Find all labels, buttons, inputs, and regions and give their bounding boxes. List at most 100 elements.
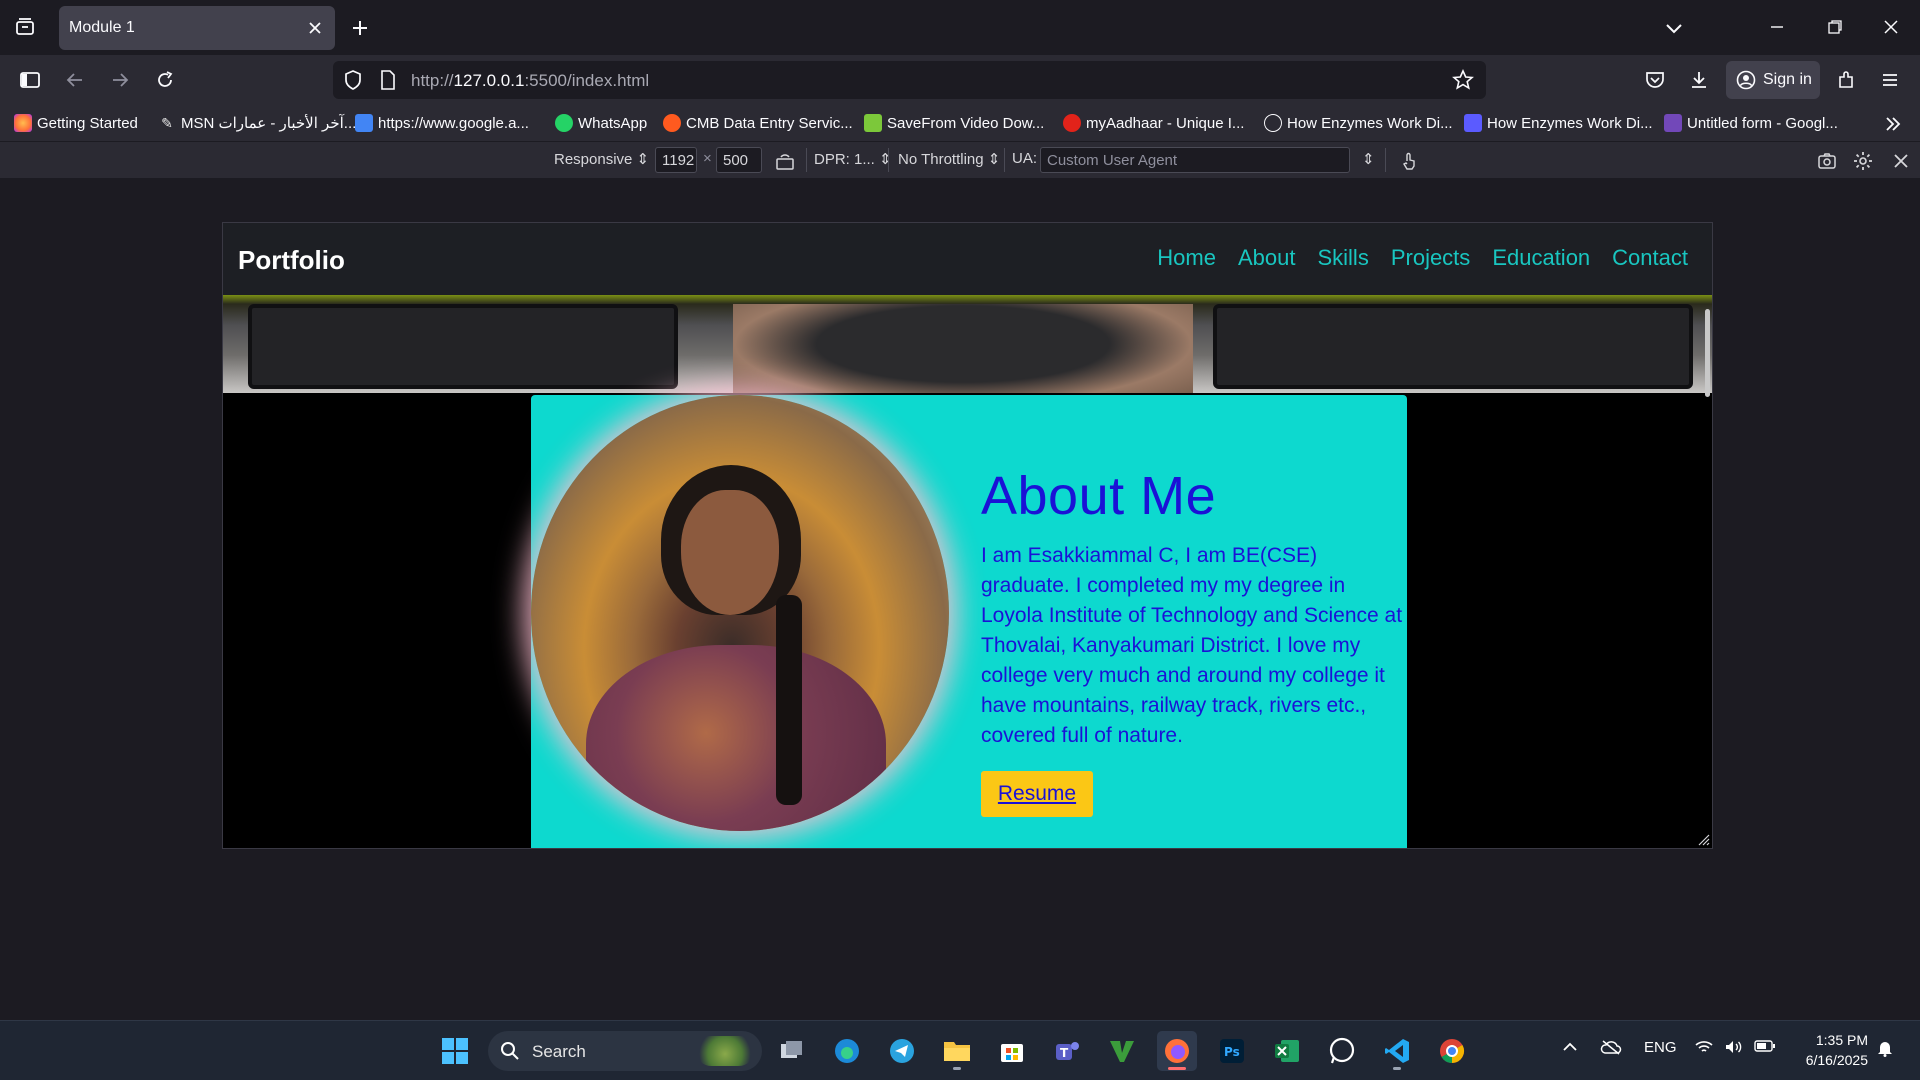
language-indicator[interactable]: ENG bbox=[1644, 1039, 1677, 1056]
nav-link-about[interactable]: About bbox=[1238, 245, 1296, 271]
back-icon[interactable] bbox=[62, 67, 88, 93]
tab-title: Module 1 bbox=[69, 19, 135, 36]
pocket-icon[interactable] bbox=[1642, 67, 1668, 93]
toolbar-divider bbox=[1004, 148, 1005, 172]
firefox-icon[interactable] bbox=[1157, 1031, 1197, 1071]
nav-link-projects[interactable]: Projects bbox=[1391, 245, 1470, 271]
sidebar-icon[interactable] bbox=[17, 67, 43, 93]
whatsapp-icon[interactable] bbox=[1322, 1031, 1362, 1071]
user-agent-dropdown-icon[interactable]: ⇕ bbox=[1362, 150, 1375, 168]
viewport-height-input[interactable]: 500 bbox=[716, 147, 762, 173]
viewport-width-input[interactable]: 1192 bbox=[655, 147, 697, 173]
bookmark-whatsapp[interactable]: WhatsApp bbox=[555, 112, 647, 134]
close-responsive-mode-icon[interactable] bbox=[1890, 150, 1912, 172]
volume-icon[interactable] bbox=[1724, 1039, 1744, 1055]
bookmark-enzymes-2[interactable]: How Enzymes Work Di... bbox=[1464, 112, 1653, 134]
monitor-right bbox=[1213, 304, 1693, 389]
windows-start-icon[interactable] bbox=[435, 1031, 475, 1071]
nav-link-home[interactable]: Home bbox=[1157, 245, 1216, 271]
bookmark-getting-started[interactable]: Getting Started bbox=[14, 112, 138, 134]
resize-handle-icon[interactable] bbox=[1696, 832, 1710, 846]
forward-icon[interactable] bbox=[107, 67, 133, 93]
chrome-icon[interactable] bbox=[1432, 1031, 1472, 1071]
network-throttling-selector[interactable]: No Throttling ⇕ bbox=[898, 150, 1000, 168]
show-hidden-icons-chevron-icon[interactable] bbox=[1562, 1039, 1578, 1055]
page-info-icon[interactable] bbox=[379, 70, 397, 90]
bookmark-aadhaar[interactable]: myAadhaar - Unique I... bbox=[1063, 112, 1244, 134]
bookmark-cmb[interactable]: CMB Data Entry Servic... bbox=[663, 112, 853, 134]
device-selector[interactable]: Responsive ⇕ bbox=[554, 150, 649, 168]
navigation-toolbar: http://127.0.0.1:5500/index.html Sign in bbox=[0, 55, 1920, 105]
excel-icon[interactable] bbox=[1267, 1031, 1307, 1071]
bookmark-msn[interactable]: ✎ MSN آخر الأخبار - عمارات... bbox=[158, 112, 356, 134]
close-tab-icon[interactable] bbox=[305, 18, 325, 38]
tab-overflow-chevron-icon[interactable] bbox=[1662, 16, 1686, 40]
clock-time: 1:35 PM bbox=[1815, 1032, 1868, 1048]
screenshot-icon[interactable] bbox=[1816, 150, 1838, 172]
nav-link-education[interactable]: Education bbox=[1492, 245, 1590, 271]
touch-simulation-icon[interactable] bbox=[1398, 150, 1420, 172]
site-header: Portfolio Home About Skills Projects Edu… bbox=[223, 223, 1712, 295]
browser-tab[interactable]: Module 1 bbox=[59, 6, 335, 50]
downloads-icon[interactable] bbox=[1686, 67, 1712, 93]
clock-date: 6/16/2025 bbox=[1805, 1052, 1868, 1068]
sign-in-button[interactable]: Sign in bbox=[1726, 61, 1820, 99]
task-view-icon[interactable] bbox=[772, 1031, 812, 1071]
tracking-protection-shield-icon[interactable] bbox=[343, 70, 363, 90]
about-heading: About Me bbox=[981, 466, 1217, 526]
monitor-left bbox=[248, 304, 678, 389]
extensions-icon[interactable] bbox=[1833, 67, 1859, 93]
toolbar-divider bbox=[806, 148, 807, 172]
toolbar-divider bbox=[1385, 148, 1386, 172]
vim-icon[interactable] bbox=[1102, 1031, 1142, 1071]
globe-icon bbox=[1264, 114, 1282, 132]
file-explorer-icon[interactable] bbox=[937, 1031, 977, 1071]
site-brand[interactable]: Portfolio bbox=[238, 245, 345, 276]
bookmark-savefrom[interactable]: SaveFrom Video Dow... bbox=[864, 112, 1044, 134]
bookmark-enzymes-1[interactable]: How Enzymes Work Di... bbox=[1264, 112, 1453, 134]
resume-button[interactable]: Resume bbox=[981, 771, 1093, 817]
shield-heart-icon bbox=[1464, 114, 1482, 132]
about-description: I am Esakkiammal C, I am BE(CSE) graduat… bbox=[981, 544, 1403, 747]
edge-icon[interactable] bbox=[827, 1031, 867, 1071]
notifications-bell-icon[interactable] bbox=[1876, 1039, 1894, 1057]
toolbar-divider bbox=[888, 148, 889, 172]
user-agent-label: UA: bbox=[1012, 150, 1038, 167]
wifi-icon[interactable] bbox=[1694, 1039, 1714, 1055]
url-text[interactable]: http://127.0.0.1:5500/index.html bbox=[411, 71, 649, 91]
dpr-selector[interactable]: DPR: 1... ⇕ bbox=[814, 150, 892, 168]
search-icon bbox=[500, 1041, 520, 1061]
close-window-icon[interactable] bbox=[1878, 14, 1904, 40]
bookmark-google[interactable]: https://www.google.a... bbox=[355, 112, 529, 134]
hamburger-menu-icon[interactable] bbox=[1877, 67, 1903, 93]
minimize-icon[interactable] bbox=[1764, 14, 1790, 40]
store-icon[interactable] bbox=[992, 1031, 1032, 1071]
user-agent-input[interactable]: Custom User Agent bbox=[1040, 147, 1350, 173]
photoshop-icon[interactable]: Ps bbox=[1212, 1031, 1252, 1071]
rotate-viewport-icon[interactable] bbox=[774, 150, 796, 172]
bookmark-star-icon[interactable] bbox=[1452, 69, 1474, 91]
page-scrollbar[interactable] bbox=[1705, 309, 1710, 397]
vscode-icon[interactable] bbox=[1377, 1031, 1417, 1071]
windows-taskbar: Search T Ps ENG 1:35 PM 6/16/2025 bbox=[0, 1020, 1920, 1080]
profile-photo bbox=[531, 395, 949, 831]
list-all-tabs-icon[interactable] bbox=[12, 14, 38, 40]
reload-icon[interactable] bbox=[152, 67, 178, 93]
bookmarks-overflow-icon[interactable] bbox=[1882, 113, 1904, 135]
new-tab-icon[interactable] bbox=[348, 16, 372, 40]
nav-link-contact[interactable]: Contact bbox=[1612, 245, 1688, 271]
battery-icon[interactable] bbox=[1754, 1039, 1776, 1053]
svg-text:T: T bbox=[1060, 1046, 1069, 1060]
whatsapp-icon bbox=[555, 114, 573, 132]
settings-gear-icon[interactable] bbox=[1852, 150, 1874, 172]
taskbar-search[interactable]: Search bbox=[488, 1031, 762, 1071]
onedrive-icon[interactable] bbox=[1600, 1039, 1622, 1055]
telegram-icon[interactable] bbox=[882, 1031, 922, 1071]
restore-icon[interactable] bbox=[1822, 14, 1848, 40]
forms-icon bbox=[1664, 114, 1682, 132]
nav-link-skills[interactable]: Skills bbox=[1317, 245, 1368, 271]
teams-icon[interactable]: T bbox=[1047, 1031, 1087, 1071]
bookmark-google-form[interactable]: Untitled form - Googl... bbox=[1664, 112, 1838, 134]
system-clock[interactable]: 1:35 PM 6/16/2025 bbox=[1790, 1030, 1868, 1070]
address-bar[interactable]: http://127.0.0.1:5500/index.html bbox=[333, 61, 1486, 99]
